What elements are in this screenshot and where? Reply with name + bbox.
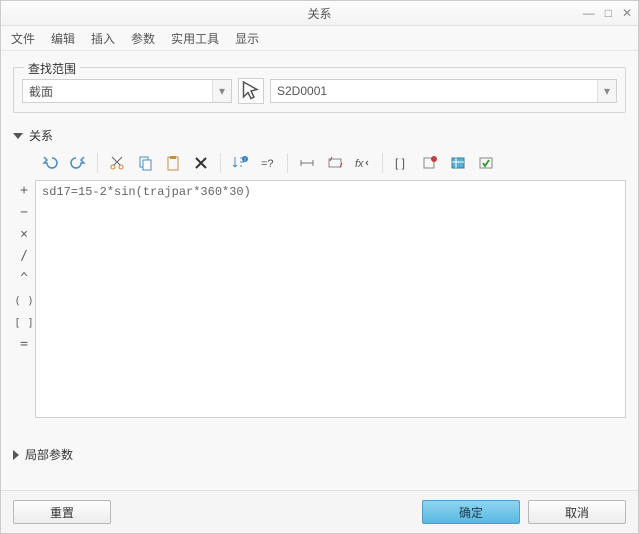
local-params-header[interactable]: 局部参数 [13, 446, 626, 463]
function-button[interactable]: fx [352, 152, 374, 174]
search-scope-row: 截面 ▾ S2D0001 ▾ [22, 78, 617, 104]
ruler-button[interactable] [296, 152, 318, 174]
relations-label: 关系 [29, 127, 53, 144]
ok-button[interactable]: 确定 [422, 500, 520, 524]
table-button[interactable] [447, 152, 469, 174]
collapse-icon [13, 133, 23, 139]
relations-editor[interactable] [35, 180, 626, 418]
svg-text:i: i [244, 157, 245, 163]
menu-display[interactable]: 显示 [235, 30, 259, 47]
cancel-button[interactable]: 取消 [528, 500, 626, 524]
op-bracket[interactable]: [ ] [14, 316, 34, 330]
menu-edit[interactable]: 编辑 [51, 30, 75, 47]
menu-tools[interactable]: 实用工具 [171, 30, 219, 47]
separator [97, 153, 98, 173]
footer: 重置 确定 取消 [1, 490, 638, 533]
menu-insert[interactable]: 插入 [91, 30, 115, 47]
cursor-icon [239, 79, 263, 103]
op-equals[interactable]: = [20, 338, 28, 352]
op-power[interactable]: ^ [20, 272, 28, 286]
separator [382, 153, 383, 173]
unit-button[interactable] [419, 152, 441, 174]
expand-icon [13, 450, 19, 460]
paste-button[interactable] [162, 152, 184, 174]
dimension-button[interactable] [324, 152, 346, 174]
editor-wrap: + − × / ^ ( ) [ ] = [13, 180, 626, 418]
search-scope-fieldset: 查找范围 截面 ▾ S2D0001 ▾ [13, 67, 626, 113]
local-params-label: 局部参数 [25, 446, 73, 463]
check-button[interactable] [475, 152, 497, 174]
maximize-button[interactable]: □ [605, 6, 612, 20]
relations-toolbar: i =? fx [ ] [13, 148, 626, 180]
select-tool-button[interactable] [238, 78, 264, 104]
verify-button[interactable]: =? [257, 152, 279, 174]
titlebar: 关系 — □ ✕ [1, 1, 638, 26]
cut-button[interactable] [106, 152, 128, 174]
window-title: 关系 [307, 5, 331, 22]
op-multiply[interactable]: × [20, 228, 28, 242]
content-area: 查找范围 截面 ▾ S2D0001 ▾ 关系 [1, 51, 638, 490]
undo-button[interactable] [39, 152, 61, 174]
reset-button[interactable]: 重置 [13, 500, 111, 524]
menu-file[interactable]: 文件 [11, 30, 35, 47]
op-minus[interactable]: − [20, 206, 28, 220]
chevron-down-icon: ▾ [212, 80, 231, 102]
separator [220, 153, 221, 173]
svg-text:=?: =? [261, 158, 274, 170]
svg-text:fx: fx [355, 158, 364, 170]
close-button[interactable]: ✕ [622, 6, 632, 20]
op-paren[interactable]: ( ) [14, 294, 34, 308]
menu-params[interactable]: 参数 [131, 30, 155, 47]
op-divide[interactable]: / [20, 250, 28, 264]
operator-gutter: + − × / ^ ( ) [ ] = [13, 180, 35, 418]
chevron-down-icon: ▾ [597, 80, 616, 102]
redo-button[interactable] [67, 152, 89, 174]
dialog-window: 关系 — □ ✕ 文件 编辑 插入 参数 实用工具 显示 查找范围 截面 ▾ [0, 0, 639, 534]
minimize-button[interactable]: — [583, 6, 595, 20]
menubar: 文件 编辑 插入 参数 实用工具 显示 [1, 26, 638, 51]
relations-section-header[interactable]: 关系 [13, 127, 626, 144]
scope-item-value: S2D0001 [277, 84, 327, 98]
separator [287, 153, 288, 173]
scope-type-value: 截面 [29, 83, 53, 100]
delete-button[interactable] [190, 152, 212, 174]
search-scope-legend: 查找范围 [24, 60, 80, 77]
sort-button[interactable]: i [229, 152, 251, 174]
scope-type-dropdown[interactable]: 截面 ▾ [22, 79, 232, 103]
op-plus[interactable]: + [20, 184, 28, 198]
svg-text:[ ]: [ ] [395, 156, 405, 170]
scope-item-dropdown[interactable]: S2D0001 ▾ [270, 79, 617, 103]
copy-button[interactable] [134, 152, 156, 174]
brackets-button[interactable]: [ ] [391, 152, 413, 174]
window-controls: — □ ✕ [583, 1, 632, 25]
